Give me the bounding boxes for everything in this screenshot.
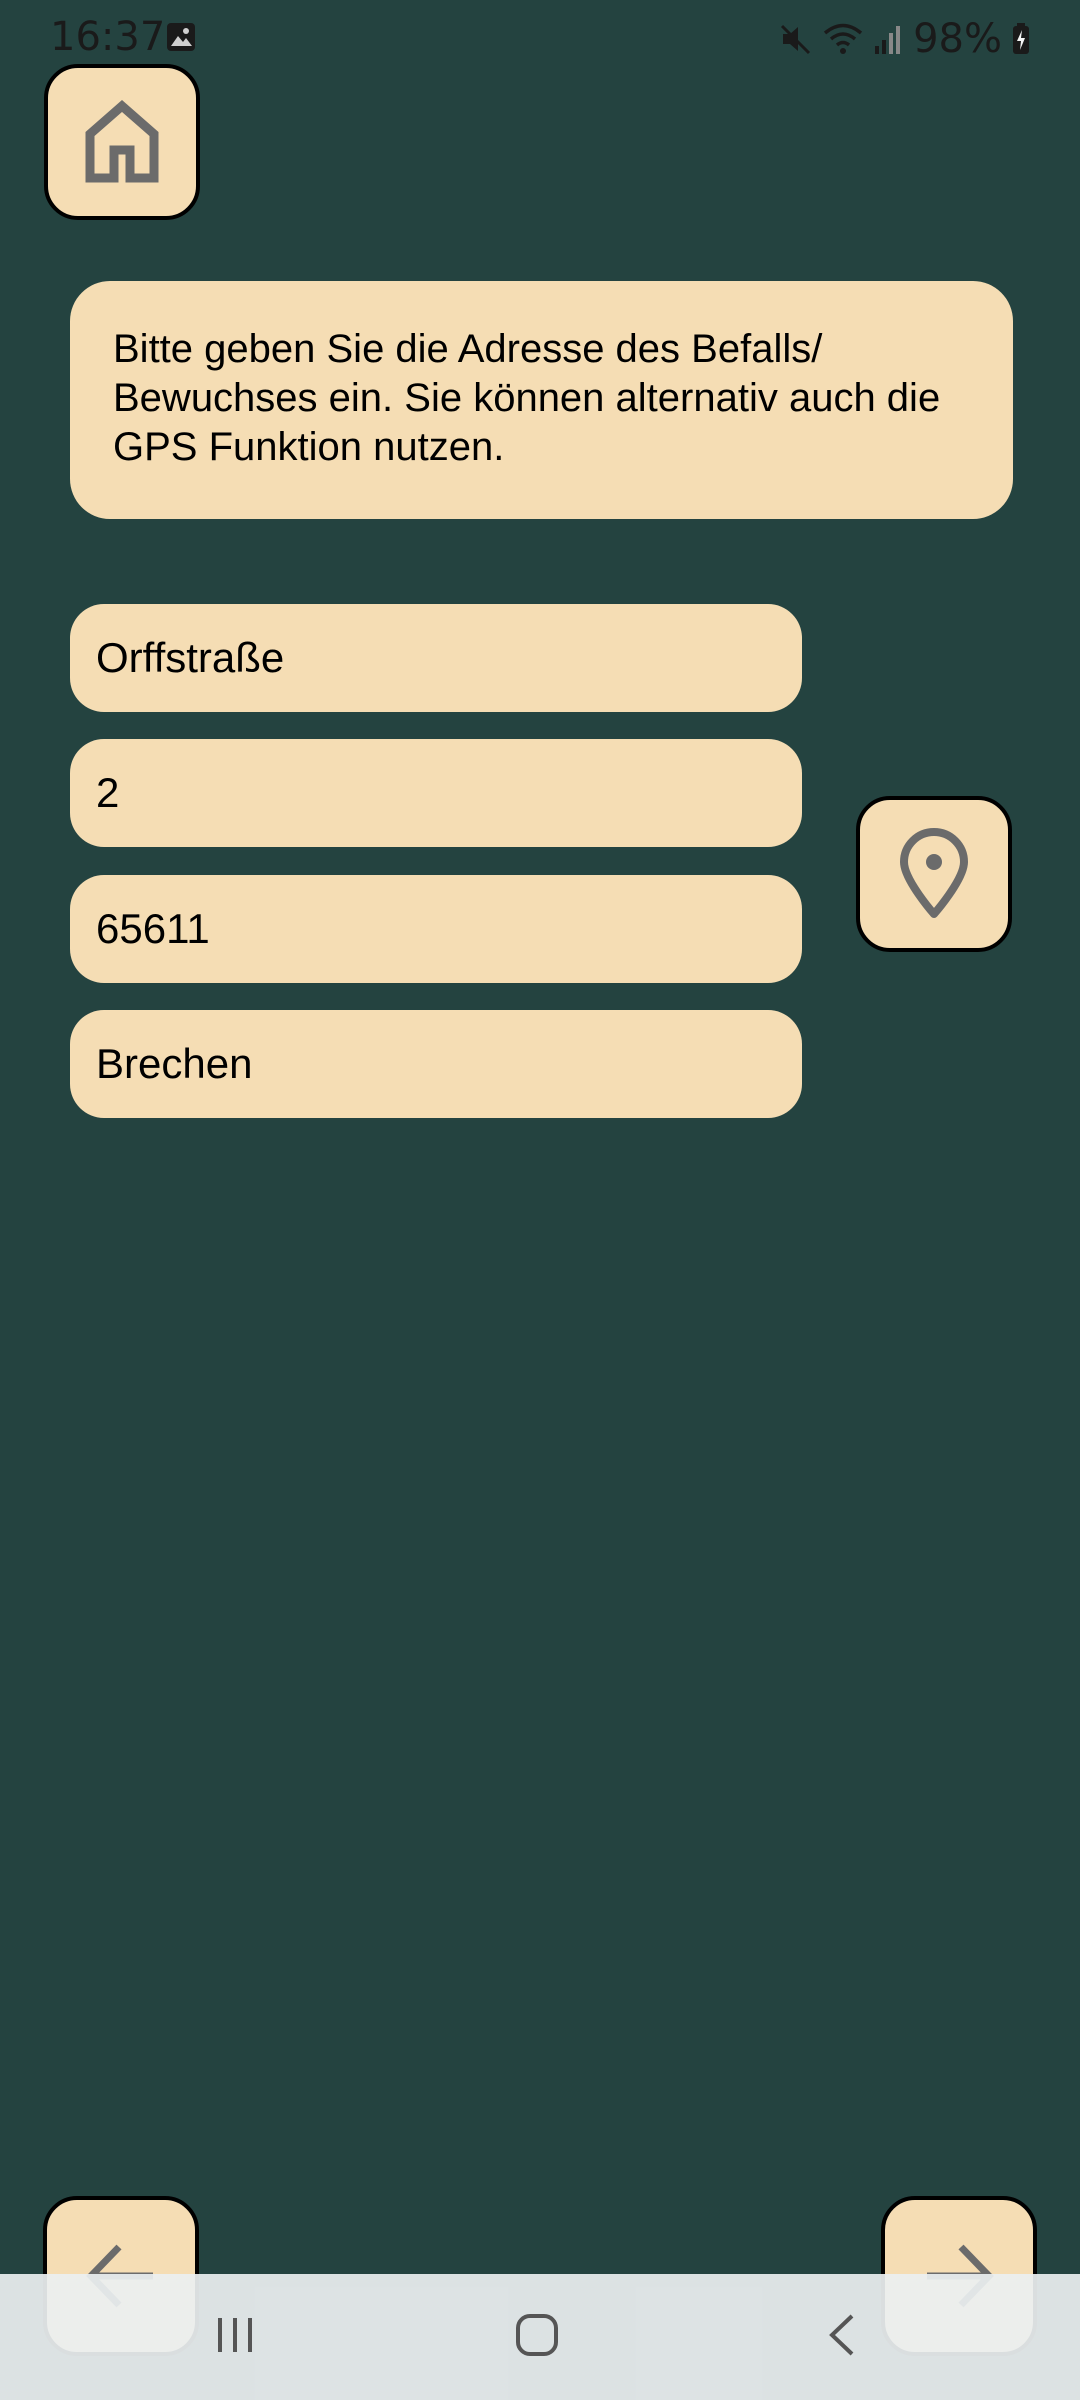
system-navigation-bar bbox=[0, 2274, 1080, 2400]
status-time: 16:37 bbox=[50, 14, 166, 60]
gps-location-button[interactable] bbox=[856, 796, 1012, 952]
home-circle-icon[interactable] bbox=[514, 2312, 560, 2358]
battery-charging-icon bbox=[1013, 23, 1029, 54]
mute-icon bbox=[781, 24, 811, 55]
postal-code-input[interactable]: 65611 bbox=[70, 875, 802, 983]
city-input[interactable]: Brechen bbox=[70, 1010, 802, 1118]
signal-icon bbox=[875, 26, 901, 54]
battery-percent: 98% bbox=[913, 16, 1002, 62]
home-icon bbox=[85, 100, 159, 183]
home-button[interactable] bbox=[44, 64, 200, 220]
info-text-box: Bitte geben Sie die Adresse des Befalls/… bbox=[70, 281, 1013, 519]
status-right: 98% bbox=[779, 14, 1030, 64]
house-number-input[interactable]: 2 bbox=[70, 739, 802, 847]
wifi-icon bbox=[823, 23, 863, 54]
recent-apps-icon[interactable] bbox=[212, 2312, 258, 2358]
location-pin-icon bbox=[900, 828, 968, 918]
image-icon bbox=[167, 23, 195, 51]
street-input[interactable]: Orffstraße bbox=[70, 604, 802, 712]
back-icon[interactable] bbox=[820, 2312, 866, 2358]
